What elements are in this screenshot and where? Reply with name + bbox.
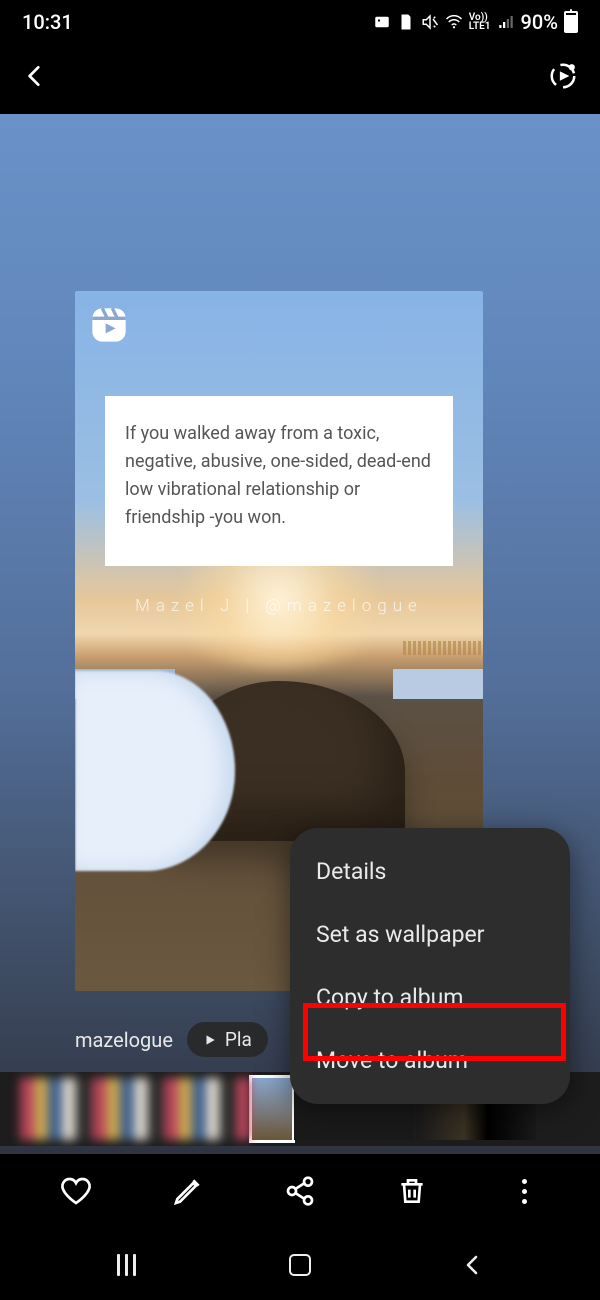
menu-item-copy-album[interactable]: Copy to album (290, 966, 570, 1029)
menu-item-move-album[interactable]: Move to album (290, 1029, 570, 1092)
play-chip-label: Pla (225, 1028, 252, 1051)
menu-item-details[interactable]: Details (290, 840, 570, 903)
chevron-left-icon (22, 63, 48, 89)
reels-icon (89, 305, 129, 345)
battery-icon (564, 11, 578, 33)
share-icon (284, 1175, 316, 1207)
quote-credit: Mazel J | @mazelogue (75, 596, 483, 616)
thumbnail[interactable] (20, 1078, 250, 1140)
image-indicator-icon (373, 13, 391, 31)
favorite-button[interactable] (59, 1174, 93, 1208)
overflow-menu: Details Set as wallpaper Copy to album M… (290, 828, 570, 1104)
wifi-icon (445, 13, 463, 31)
more-icon (522, 1179, 527, 1204)
network-label: Vo)) LTE1 (469, 13, 491, 31)
chevron-left-icon (461, 1253, 485, 1277)
nav-recents[interactable] (112, 1250, 142, 1280)
share-button[interactable] (283, 1174, 317, 1208)
trash-icon (396, 1175, 428, 1207)
screen: 10:31 Vo)) LTE1 90% (0, 0, 600, 1300)
back-button[interactable] (22, 63, 48, 93)
heart-icon (60, 1175, 92, 1207)
delete-button[interactable] (395, 1174, 429, 1208)
status-time: 10:31 (22, 10, 73, 34)
quote-card: If you walked away from a toxic, negativ… (105, 396, 453, 566)
status-right: Vo)) LTE1 90% (373, 10, 578, 34)
card-icon (397, 13, 415, 31)
home-icon (289, 1254, 311, 1276)
navigation-bar (0, 1230, 600, 1300)
nav-back[interactable] (458, 1250, 488, 1280)
play-motion-chip[interactable]: Pla (187, 1022, 268, 1057)
menu-item-set-wallpaper[interactable]: Set as wallpaper (290, 903, 570, 966)
quote-text: If you walked away from a toxic, negativ… (125, 420, 433, 532)
mute-icon (421, 13, 439, 31)
nav-home[interactable] (285, 1250, 315, 1280)
recents-icon (117, 1254, 136, 1276)
signal-icon (497, 13, 515, 31)
lens-icon (548, 61, 578, 91)
app-bar (0, 50, 600, 106)
action-bar (0, 1158, 600, 1224)
play-icon (203, 1033, 217, 1047)
battery-percent: 90% (521, 10, 558, 34)
album-name[interactable]: mazelogue (75, 1028, 173, 1052)
edit-button[interactable] (171, 1174, 205, 1208)
thumbnail-selected[interactable] (252, 1078, 292, 1140)
more-button[interactable] (507, 1174, 541, 1208)
pencil-icon (172, 1175, 204, 1207)
lens-button[interactable] (548, 61, 578, 95)
status-bar: 10:31 Vo)) LTE1 90% (0, 0, 600, 44)
